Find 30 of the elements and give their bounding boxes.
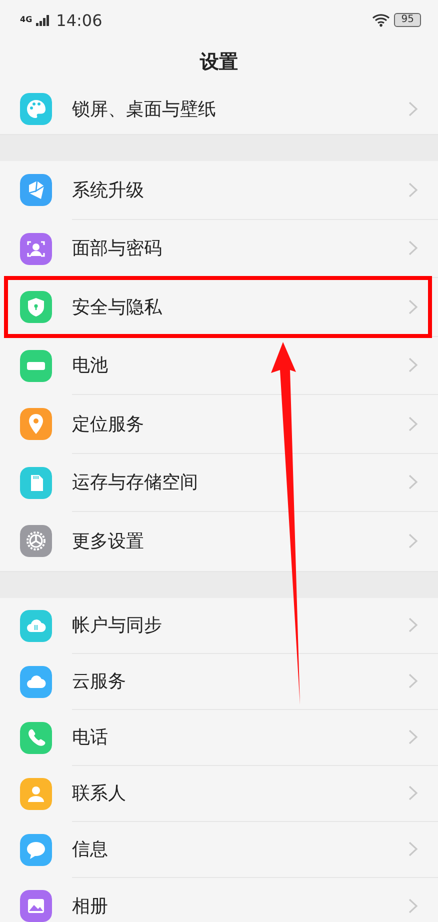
chevron-right-icon [408,673,418,689]
settings-item[interactable]: 信息 [72,822,438,878]
chevron-right-icon [408,785,418,801]
settings-item[interactable]: 面部与密码 [72,220,438,278]
chevron-right-icon [408,240,418,256]
battery-level: 95 [394,13,421,27]
settings-item[interactable]: 安全与隐私 [72,278,438,336]
signal-icon [36,14,50,26]
chevron-right-icon [408,357,418,374]
chevron-right-icon [408,841,418,857]
chevron-right-icon [408,101,418,117]
settings-item[interactable]: 更多设置 [72,512,438,570]
chevron-right-icon [408,533,418,550]
chevron-right-icon [408,416,418,432]
page-title: 设置 [198,50,239,75]
settings-item[interactable]: 电话 [72,710,438,766]
chevron-right-icon [408,474,418,490]
wifi-icon [372,13,390,27]
chevron-right-icon [408,182,418,198]
chevron-right-icon [408,729,418,745]
settings-item[interactable]: 相册 [72,878,438,922]
chevron-right-icon [408,898,418,914]
chevron-right-icon [408,298,418,315]
settings-item[interactable]: 联系人 [72,766,438,822]
network-type: 4G [20,16,32,24]
settings-item[interactable]: 系统升级 [72,161,438,220]
settings-item[interactable]: 云服务 [72,654,438,710]
chevron-right-icon [408,617,418,633]
settings-item[interactable]: 锁屏、桌面与壁纸 [72,84,438,134]
clock: 14:06 [56,10,102,30]
